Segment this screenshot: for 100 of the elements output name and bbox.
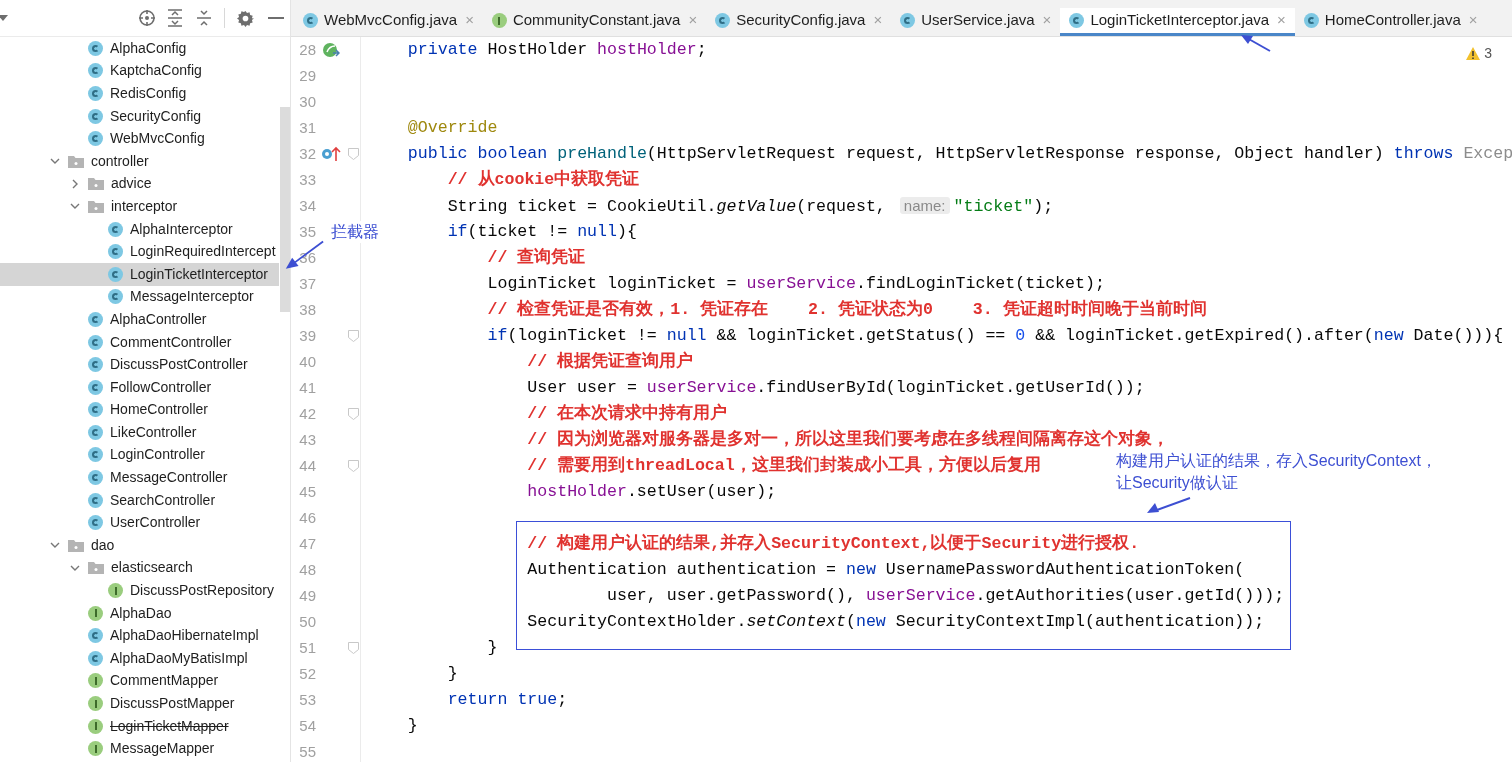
fold-marker-icon[interactable]: [347, 642, 359, 654]
class-icon: [88, 424, 103, 440]
annotation-text: 拦截器: [331, 221, 379, 243]
tree-item[interactable]: AlphaConfig: [0, 37, 279, 60]
tree-item[interactable]: KaptchaConfig: [0, 59, 279, 83]
tree-item[interactable]: SearchController: [0, 488, 279, 512]
tree-item[interactable]: elasticsearch: [0, 556, 279, 580]
class-icon: [303, 13, 318, 28]
tree-item[interactable]: dao: [0, 534, 279, 557]
minimize-icon[interactable]: [268, 16, 284, 20]
class-icon: [88, 470, 103, 486]
code-line: String ticket = CookieUtil.getValue(request, name: "ticket");: [447, 196, 1054, 216]
line-number: 55: [298, 741, 316, 762]
line-number: 39: [298, 325, 316, 346]
code-line: public boolean preHandle(HttpServletRequest request, HttpServletResponse response, Object handler) throws Excep: [407, 144, 1512, 163]
line-number: 28: [298, 39, 316, 60]
line-number: 36: [298, 247, 316, 268]
tree-item[interactable]: WebMvcConfig: [0, 127, 279, 150]
tree-item[interactable]: CommentController: [0, 330, 279, 354]
class-icon: [88, 402, 103, 418]
class-icon: [88, 334, 103, 350]
code-line: LoginTicket loginTicket = userService.findLoginTicket(ticket);: [487, 274, 1105, 293]
code-comment: // 从cookie中获取凭证: [447, 170, 640, 189]
scrollbar-thumb[interactable]: [280, 107, 290, 312]
class-icon: [88, 447, 103, 463]
tree-item[interactable]: LoginController: [0, 443, 279, 467]
class-icon: [88, 311, 103, 327]
expand-all-icon[interactable]: [167, 9, 183, 27]
tree-item[interactable]: interceptor: [0, 195, 279, 218]
warning-count[interactable]: 3: [1484, 43, 1492, 64]
class-icon: [108, 221, 123, 237]
crosshair-icon[interactable]: [138, 9, 156, 27]
tree-item[interactable]: advice: [0, 172, 279, 196]
class-icon: [108, 244, 123, 260]
tree-item[interactable]: HomeController: [0, 398, 279, 422]
tree-item[interactable]: LikeController: [0, 421, 279, 444]
line-number: 29: [298, 65, 316, 86]
tree-item[interactable]: MessageController: [0, 466, 279, 489]
tree-item[interactable]: AlphaController: [0, 308, 279, 331]
caret-icon[interactable]: [0, 14, 8, 22]
tree-item[interactable]: DiscussPostController: [0, 353, 279, 376]
line-number: 42: [298, 403, 316, 424]
line-number: 43: [298, 429, 316, 450]
class-icon: [88, 379, 103, 395]
tree-item[interactable]: LoginRequiredIntercept: [0, 240, 279, 263]
tree-item[interactable]: MessageInterceptor: [0, 285, 279, 309]
line-number: 44: [298, 455, 316, 476]
class-icon: [88, 515, 103, 531]
class-icon: [715, 13, 731, 28]
tree-item[interactable]: LoginTicketMapper: [0, 714, 279, 738]
fold-marker-icon[interactable]: [347, 148, 359, 160]
tree-item[interactable]: AlphaDao: [0, 601, 279, 625]
fold-marker-icon[interactable]: [347, 408, 359, 420]
override-icon[interactable]: [321, 146, 341, 162]
tree-item[interactable]: LoginTicketInterceptor: [0, 262, 279, 286]
collapse-all-icon[interactable]: [196, 9, 212, 27]
line-number: 30: [298, 91, 316, 112]
editor-tab[interactable]: WebMvcConfig.java ×: [294, 8, 483, 36]
editor-tab[interactable]: HomeController.java ×: [1294, 8, 1487, 36]
tree-item[interactable]: CommentMapper: [0, 669, 279, 693]
line-number: 52: [298, 663, 316, 684]
editor-tab[interactable]: UserService.java ×: [891, 8, 1061, 36]
fold-marker-icon[interactable]: [347, 460, 359, 472]
class-icon: [108, 289, 123, 305]
tree-item[interactable]: AlphaDaoMyBatisImpl: [0, 647, 279, 670]
code-line: @Override: [407, 118, 498, 137]
tree-item[interactable]: AlphaInterceptor: [0, 217, 279, 241]
folder-icon: [68, 538, 84, 552]
code-line: if(ticket != null){: [447, 222, 637, 241]
class-icon: [88, 63, 103, 79]
class-icon: [88, 492, 103, 508]
line-number: 40: [298, 351, 316, 372]
line-number: 54: [298, 715, 316, 736]
tree-item[interactable]: RedisConfig: [0, 82, 279, 105]
fold-marker-icon[interactable]: [347, 330, 359, 342]
tree-item[interactable]: controller: [0, 149, 279, 173]
tree-item[interactable]: UserController: [0, 511, 279, 535]
code-line: }: [407, 716, 418, 735]
line-number: 31: [298, 117, 316, 138]
code-line: }: [487, 638, 498, 657]
editor-tab[interactable]: SecurityConfig.java ×: [706, 8, 892, 36]
code-comment: // 查询凭证: [487, 248, 586, 267]
editor-tab[interactable]: CommunityConstant.java ×: [482, 8, 707, 36]
code-line: return true;: [447, 690, 568, 709]
class-icon: [900, 13, 916, 28]
tree-item[interactable]: DiscussPostMapper: [0, 692, 279, 715]
settings-icon[interactable]: [237, 9, 254, 27]
editor-tab[interactable]: LoginTicketInterceptor.java ×: [1060, 8, 1295, 36]
tree-item[interactable]: SecurityConfig: [0, 104, 279, 128]
line-number: 51: [298, 637, 316, 658]
tree-item[interactable]: DiscussPostRepository: [0, 579, 279, 602]
bean-icon[interactable]: [322, 42, 340, 58]
tree-item[interactable]: AlphaDaoHibernateImpl: [0, 624, 279, 648]
warning-icon[interactable]: [1466, 47, 1481, 60]
tree-item[interactable]: FollowController: [0, 375, 279, 399]
chevron-right-icon[interactable]: [70, 178, 80, 189]
folder-icon: [88, 199, 104, 213]
class-icon: [88, 650, 103, 666]
tree-item[interactable]: MessageMapper: [0, 737, 279, 760]
class-icon: [88, 357, 103, 373]
